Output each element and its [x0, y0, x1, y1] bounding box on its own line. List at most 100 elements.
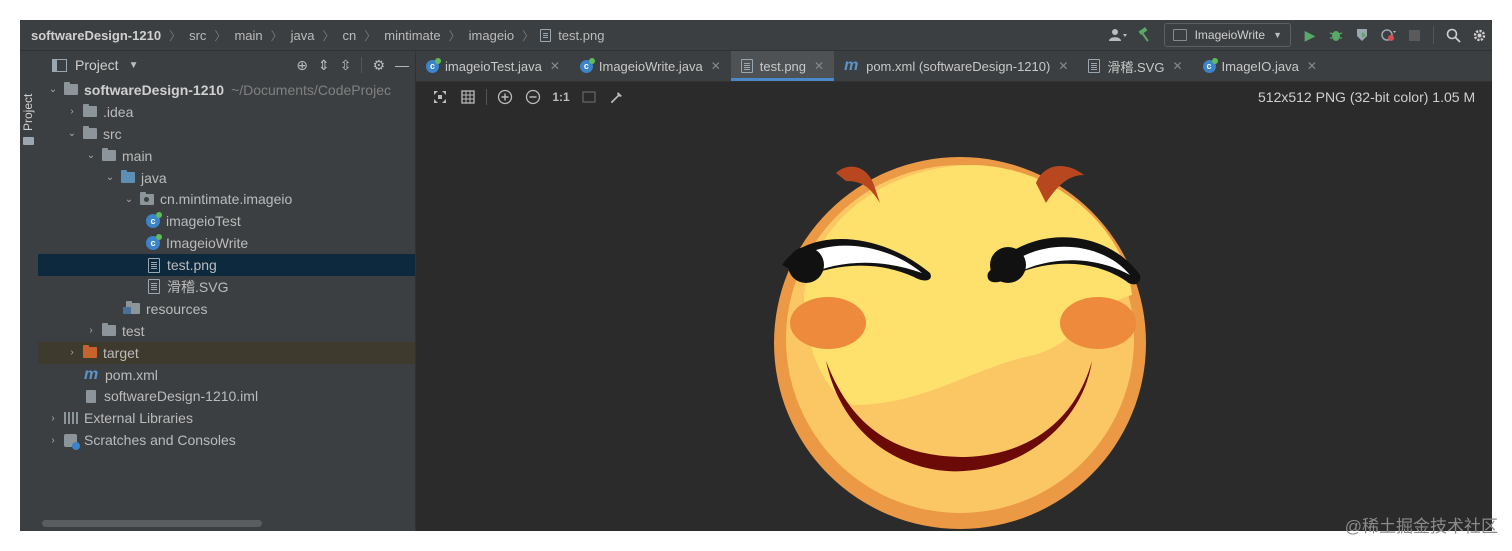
image-info: 512x512 PNG (32-bit color) 1.05 M [1258, 89, 1476, 105]
tree-item-label: External Libraries [84, 410, 193, 427]
toolbar-divider [486, 89, 487, 105]
chevron-right-icon[interactable]: › [65, 106, 79, 117]
build-hammer-icon[interactable] [1132, 20, 1158, 50]
search-icon[interactable] [1440, 20, 1466, 50]
folder-icon [102, 323, 116, 337]
profiler-icon[interactable] [1375, 20, 1401, 50]
image-viewer-toolbar: 1:1 512x512 PNG (32-bit color) 1.05 M [416, 82, 1492, 112]
tree-item-imageiowrite[interactable]: c ImageioWrite [38, 232, 415, 254]
tree-item-label: ImageioWrite [166, 235, 249, 252]
editor-tabs: c imageioTest.java ✕ c ImageioWrite.java… [416, 51, 1492, 82]
tree-item-imageiotest[interactable]: c imageioTest [38, 210, 415, 232]
java-class-icon: c [579, 57, 595, 73]
tree-item-resources[interactable]: resources [38, 298, 415, 320]
breadcrumb-separator: 〉 [169, 28, 182, 43]
debug-icon[interactable] [1323, 20, 1349, 50]
breadcrumb-separator: 〉 [448, 28, 461, 43]
breadcrumb-src[interactable]: src [187, 28, 208, 43]
breadcrumb-java[interactable]: java [289, 28, 317, 43]
tree-item-label: java [141, 169, 167, 186]
chevron-down-icon[interactable]: ⌄ [65, 128, 79, 139]
breadcrumb-file[interactable]: test.png [556, 28, 606, 43]
tab-test-png[interactable]: test.png ✕ [730, 51, 835, 81]
run-configuration-selector[interactable]: ImageioWrite ▼ [1163, 23, 1291, 47]
fit-zoom-icon[interactable] [426, 90, 454, 104]
settings-gear-icon[interactable] [1466, 20, 1492, 50]
horizontal-scrollbar[interactable] [42, 520, 262, 527]
tree-item-svg[interactable]: 滑稽.SVG [38, 276, 415, 298]
breadcrumb-main[interactable]: main [232, 28, 264, 43]
chevron-down-icon[interactable]: ⌄ [103, 172, 117, 183]
project-view-selector[interactable]: Project [75, 57, 119, 73]
tree-item-label: cn.mintimate.imageio [160, 191, 293, 208]
tab-imageiotest[interactable]: c imageioTest.java ✕ [416, 51, 570, 81]
run-icon[interactable]: ▶ [1297, 20, 1323, 50]
zoom-in-icon[interactable] [491, 89, 519, 105]
tree-item-target[interactable]: › target [38, 341, 415, 364]
tab-pom[interactable]: m pom.xml (softwareDesign-1210) ✕ [834, 51, 1078, 81]
tree-item-idea[interactable]: › .idea [38, 101, 415, 123]
source-folder-icon [121, 170, 135, 183]
chevron-right-icon[interactable]: › [46, 435, 60, 446]
file-icon [540, 28, 552, 42]
collapse-all-icon[interactable]: ⇳ [340, 57, 352, 74]
coverage-icon[interactable] [1349, 20, 1375, 50]
zoom-out-icon[interactable] [519, 89, 547, 105]
tree-item-iml[interactable]: softwareDesign-1210.iml [38, 385, 415, 407]
actual-size-button[interactable]: 1:1 [547, 90, 575, 104]
close-icon[interactable]: ✕ [814, 59, 824, 73]
gear-icon[interactable]: ⚙ [372, 57, 385, 74]
breadcrumb-separator: 〉 [214, 28, 227, 43]
chevron-down-icon[interactable]: ⌄ [84, 150, 98, 161]
breadcrumb-imageio[interactable]: imageio [467, 28, 517, 43]
close-icon[interactable]: ✕ [1058, 59, 1068, 73]
color-picker-icon[interactable] [603, 90, 631, 104]
locate-target-icon[interactable]: ⊕ [296, 57, 308, 74]
maven-icon: m [84, 365, 99, 383]
tab-imageiowrite[interactable]: c ImageioWrite.java ✕ [570, 51, 731, 81]
user-icon[interactable] [1106, 20, 1132, 50]
project-panel-header: Project ▼ ⊕ ⇕ ⇳ ⚙ — [38, 51, 415, 79]
tree-item-package[interactable]: ⌄ cn.mintimate.imageio [38, 188, 415, 210]
chevron-down-icon[interactable]: ⌄ [122, 194, 136, 205]
breadcrumb-cn[interactable]: cn [341, 28, 359, 43]
chevron-down-icon[interactable]: ▼ [129, 60, 139, 71]
tab-imageio[interactable]: c ImageIO.java ✕ [1193, 51, 1327, 81]
chevron-right-icon[interactable]: › [84, 325, 98, 336]
emoji-image [774, 157, 1146, 529]
folder-icon [83, 126, 97, 140]
tree-item-test-png[interactable]: test.png [38, 254, 415, 277]
close-icon[interactable]: ✕ [1307, 59, 1317, 73]
fit-to-window-icon[interactable] [575, 91, 603, 103]
folder-icon [83, 104, 97, 118]
tree-item-label: main [122, 147, 153, 164]
chevron-right-icon[interactable]: › [46, 413, 60, 424]
chevron-right-icon[interactable]: › [65, 347, 79, 358]
tree-item-label: 滑稽.SVG [167, 278, 229, 295]
tree-item-main[interactable]: ⌄ main [38, 145, 415, 167]
expand-all-icon[interactable]: ⇕ [318, 57, 330, 74]
chevron-down-icon[interactable]: ⌄ [46, 84, 60, 95]
close-icon[interactable]: ✕ [711, 59, 721, 73]
grid-icon[interactable] [454, 90, 482, 104]
project-tool-window-button[interactable]: Project [21, 94, 35, 131]
tree-item-test[interactable]: › test [38, 320, 415, 342]
java-class-icon: c [426, 57, 441, 73]
folder-icon [102, 148, 116, 162]
stop-icon[interactable] [1401, 20, 1427, 50]
image-file-icon [148, 257, 160, 273]
close-icon[interactable]: ✕ [550, 59, 560, 73]
tab-svg[interactable]: 滑稽.SVG ✕ [1078, 51, 1192, 81]
folder-icon [23, 137, 34, 145]
tree-item-pom[interactable]: m pom.xml [38, 364, 415, 386]
tree-item-java[interactable]: ⌄ java [38, 167, 415, 189]
breadcrumb-mintimate[interactable]: mintimate [382, 28, 442, 43]
close-icon[interactable]: ✕ [1172, 59, 1182, 73]
hide-minus-icon[interactable]: — [395, 57, 409, 73]
tree-item-scratches[interactable]: › Scratches and Consoles [38, 429, 415, 451]
tree-item-external-libraries[interactable]: › External Libraries [38, 407, 415, 429]
tree-item-project-root[interactable]: ⌄ softwareDesign-1210 ~/Documents/CodePr… [38, 79, 415, 101]
breadcrumb-project[interactable]: softwareDesign-1210 [29, 28, 163, 43]
module-folder-icon [64, 82, 78, 96]
tree-item-src[interactable]: ⌄ src [38, 123, 415, 145]
